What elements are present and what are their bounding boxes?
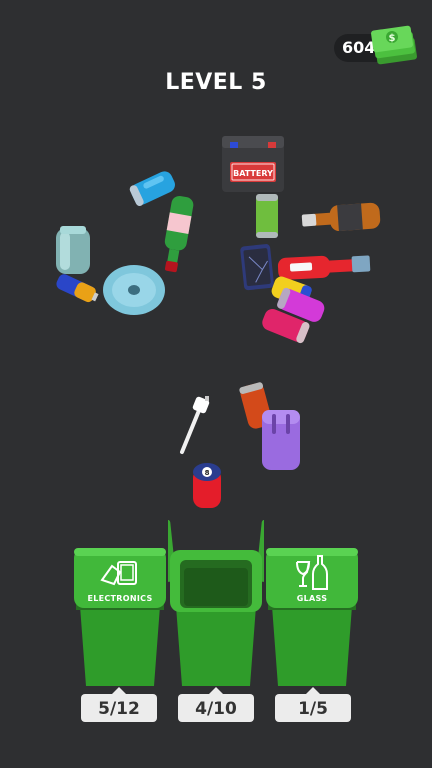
glass-bottle-icon: [294, 554, 330, 596]
brown-bottle-item[interactable]: [301, 202, 381, 233]
ball-number: 8: [205, 469, 210, 477]
red-bottle-item[interactable]: [277, 253, 371, 280]
electronics-icon: [98, 558, 142, 592]
battery-label: BATTERY: [233, 169, 273, 178]
glass-jar-item[interactable]: [56, 226, 90, 274]
green-bottle-item[interactable]: [160, 195, 195, 274]
aa-battery-item[interactable]: [54, 272, 100, 305]
broken-phone-item[interactable]: [240, 244, 274, 291]
green-can-item[interactable]: [256, 194, 278, 238]
bin-counter-open: 4/10: [178, 687, 254, 722]
cd-disc-item[interactable]: [103, 265, 165, 315]
charger-item[interactable]: [180, 396, 210, 454]
bin-counter-electronics: 5/12: [81, 687, 157, 722]
bin-electronics[interactable]: ELECTRONICS: [72, 520, 168, 690]
toaster-item[interactable]: [262, 410, 300, 470]
bin-label: GLASS: [296, 594, 328, 603]
bin-open[interactable]: [168, 520, 264, 690]
bin-glass[interactable]: GLASS: [264, 520, 360, 690]
red-cup-item[interactable]: 8: [193, 463, 221, 508]
bin-counter-glass: 1/5: [275, 687, 351, 722]
bin-label: ELECTRONICS: [87, 594, 153, 603]
blue-can-item[interactable]: [128, 169, 177, 208]
car-battery-item[interactable]: BATTERY: [222, 136, 284, 192]
